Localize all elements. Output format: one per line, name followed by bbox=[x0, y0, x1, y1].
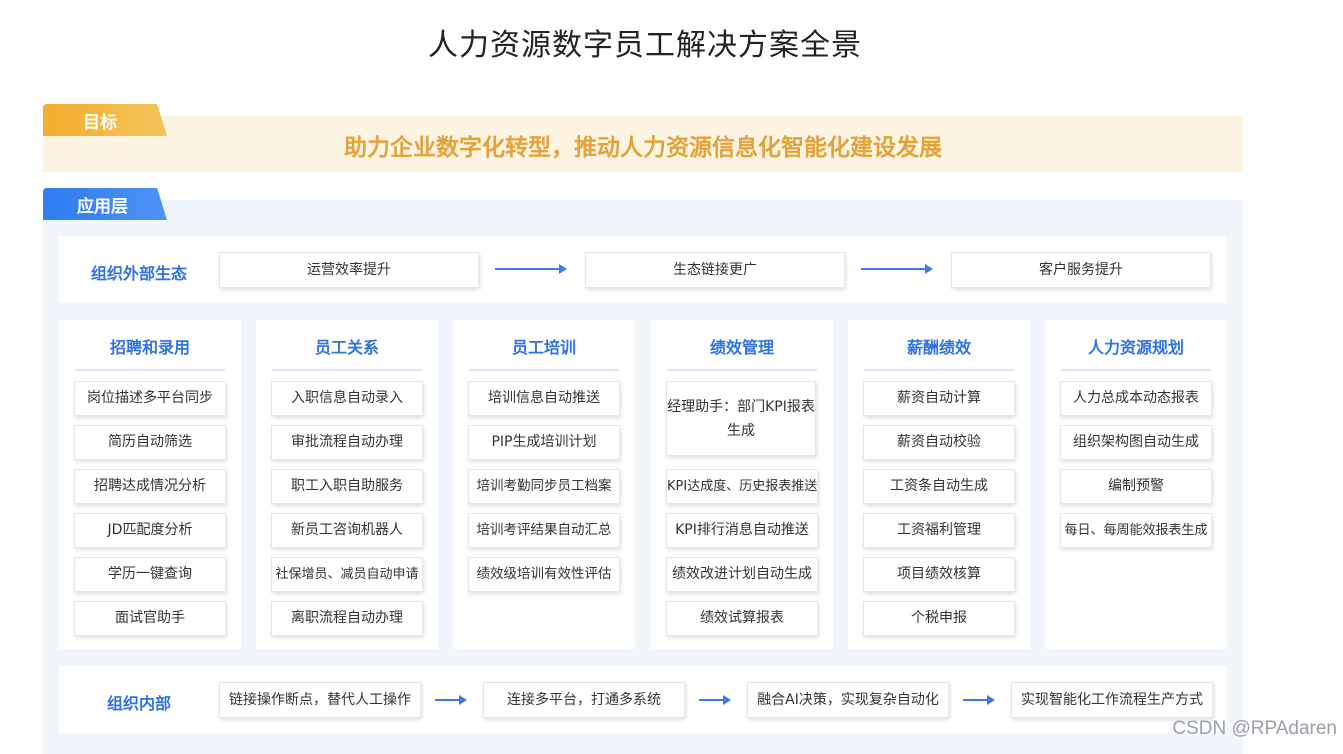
column-item: KPI达成度、历史报表推送 bbox=[666, 469, 818, 504]
column-item: 招聘达成情况分析 bbox=[74, 469, 226, 504]
application-layer-tag: 应用层 bbox=[43, 188, 167, 220]
column-item: 简历自动筛选 bbox=[74, 425, 226, 460]
column-item: JD匹配度分析 bbox=[74, 513, 226, 548]
column-item: 组织架构图自动生成 bbox=[1060, 425, 1212, 460]
column-item: 绩效试算报表 bbox=[666, 601, 818, 636]
column-training: 员工培训 培训信息自动推送 PIP生成培训计划 培训考勤同步员工档案 培训考评结… bbox=[453, 320, 635, 649]
column-item: 编制预警 bbox=[1060, 469, 1212, 504]
watermark: CSDN @RPAdaren bbox=[1172, 718, 1337, 739]
internal-step: 连接多平台，打通多系统 bbox=[483, 682, 685, 718]
column-item: PIP生成培训计划 bbox=[468, 425, 620, 460]
column-item: 岗位描述多平台同步 bbox=[74, 381, 226, 416]
column-item: 薪资自动计算 bbox=[863, 381, 1015, 416]
column-item: 培训考勤同步员工档案 bbox=[468, 469, 620, 504]
column-item: 离职流程自动办理 bbox=[271, 601, 423, 636]
column-title: 招聘和录用 bbox=[75, 334, 225, 371]
external-ecosystem-label: 组织外部生态 bbox=[91, 264, 188, 283]
column-title: 绩效管理 bbox=[667, 334, 817, 371]
column-hr-planning: 人力资源规划 人力总成本动态报表 组织架构图自动生成 编制预警 每日、每周能效报… bbox=[1045, 320, 1227, 649]
internal-step: 链接操作断点，替代人工操作 bbox=[219, 682, 421, 718]
column-item: 社保增员、减员自动申请 bbox=[271, 557, 423, 592]
goal-text: 助力企业数字化转型，推动人力资源信息化智能化建设发展 bbox=[344, 135, 942, 161]
column-title: 员工关系 bbox=[272, 334, 422, 371]
internal-label: 组织内部 bbox=[107, 694, 172, 713]
column-item: 人力总成本动态报表 bbox=[1060, 381, 1212, 416]
column-performance: 绩效管理 经理助手：部门KPI报表生成 KPI达成度、历史报表推送 KPI排行消… bbox=[651, 320, 833, 649]
external-step: 客户服务提升 bbox=[951, 252, 1211, 288]
page-title: 人力资源数字员工解决方案全景 bbox=[428, 28, 862, 63]
column-title: 薪酬绩效 bbox=[864, 334, 1014, 371]
column-item: 每日、每周能效报表生成 bbox=[1060, 513, 1212, 548]
column-item: 面试官助手 bbox=[74, 601, 226, 636]
flow-arrow bbox=[495, 264, 567, 274]
column-recruitment: 招聘和录用 岗位描述多平台同步 简历自动筛选 招聘达成情况分析 JD匹配度分析 … bbox=[59, 320, 241, 649]
flow-arrow bbox=[699, 695, 731, 705]
column-item: 培训信息自动推送 bbox=[468, 381, 620, 416]
column-item: 学历一键查询 bbox=[74, 557, 226, 592]
internal-step: 实现智能化工作流程生产方式 bbox=[1011, 682, 1213, 718]
external-step: 运营效率提升 bbox=[219, 252, 479, 288]
flow-arrow bbox=[963, 695, 995, 705]
column-item: 薪资自动校验 bbox=[863, 425, 1015, 460]
column-title: 人力资源规划 bbox=[1061, 334, 1211, 371]
column-employee-relations: 员工关系 入职信息自动录入 审批流程自动办理 职工入职自助服务 新员工咨询机器人… bbox=[256, 320, 438, 649]
column-item: 项目绩效核算 bbox=[863, 557, 1015, 592]
column-item: 经理助手：部门KPI报表生成 bbox=[666, 381, 816, 456]
column-item: 绩效改进计划自动生成 bbox=[666, 557, 818, 592]
column-item: 入职信息自动录入 bbox=[271, 381, 423, 416]
column-item: 培训考评结果自动汇总 bbox=[468, 513, 620, 548]
application-layer-tag-label: 应用层 bbox=[77, 197, 128, 217]
column-item: 新员工咨询机器人 bbox=[271, 513, 423, 548]
column-item: 工资福利管理 bbox=[863, 513, 1015, 548]
column-item: 绩效级培训有效性评估 bbox=[468, 557, 620, 592]
column-item: 工资条自动生成 bbox=[863, 469, 1015, 504]
column-item: 审批流程自动办理 bbox=[271, 425, 423, 460]
flow-arrow bbox=[435, 695, 467, 705]
column-item: 职工入职自助服务 bbox=[271, 469, 423, 504]
external-step: 生态链接更广 bbox=[585, 252, 845, 288]
flow-arrow bbox=[861, 264, 933, 274]
column-item: KPI排行消息自动推送 bbox=[666, 513, 818, 548]
column-title: 员工培训 bbox=[469, 334, 619, 371]
column-item: 个税申报 bbox=[863, 601, 1015, 636]
column-compensation: 薪酬绩效 薪资自动计算 薪资自动校验 工资条自动生成 工资福利管理 项目绩效核算… bbox=[848, 320, 1030, 649]
internal-step: 融合AI决策，实现复杂自动化 bbox=[747, 682, 949, 718]
